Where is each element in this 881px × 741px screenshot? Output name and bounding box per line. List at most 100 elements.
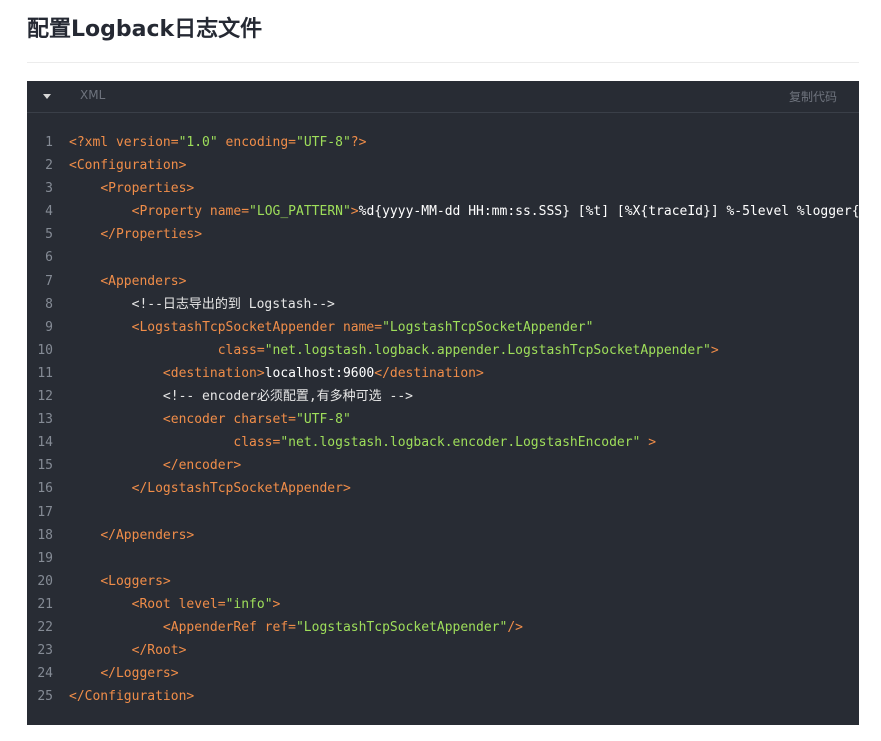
code-line: 2 <Configuration>: [27, 154, 859, 177]
line-number: 21: [37, 596, 53, 612]
code-token: name=: [202, 204, 250, 220]
code-text: <destination>localhost:9600</destination…: [69, 362, 484, 385]
line-number: 18: [37, 527, 53, 543]
code-token: </encoder>: [162, 458, 242, 474]
code-line: 19: [27, 547, 859, 570]
line-number: 5: [45, 227, 53, 243]
code-text: </Appenders>: [69, 524, 194, 547]
line-number: 12: [37, 389, 53, 405]
code-line: 21 <Root level="info">: [27, 593, 859, 616]
code-token: "UTF-8": [296, 135, 351, 150]
code-token: <Configuration>: [69, 158, 187, 174]
code-line: 24 </Loggers>: [27, 662, 859, 685]
code-token: <Root: [131, 596, 171, 612]
code-token: >: [350, 204, 359, 220]
line-number: 7: [45, 273, 53, 289]
code-line: 6: [27, 246, 859, 269]
line-number: 4: [45, 204, 53, 220]
code-token: <Property: [131, 204, 203, 220]
code-text: <!--日志导出的到 Logstash-->: [69, 293, 335, 316]
code-token: </destination>: [374, 365, 484, 381]
line-number: 19: [37, 550, 53, 566]
code-line: 12 <!-- encoder必须配置,有多种可选 -->: [27, 385, 859, 408]
code-body: 1 <?xml version="1.0" encoding="UTF-8"?> 2…: [27, 131, 859, 708]
code-token: <!--日志导出的到 Logstash-->: [131, 296, 335, 312]
code-line: 15 </encoder>: [27, 454, 859, 477]
code-text: <Property name="LOG_PATTERN">%d{yyyy-MM-…: [69, 200, 859, 223]
code-token: </Appenders>: [100, 527, 195, 543]
code-token: "info": [225, 596, 273, 612]
code-line: 25 </Configuration>: [27, 685, 859, 708]
code-text: </Properties>: [69, 223, 202, 246]
code-token: class=: [217, 342, 265, 358]
caret-down-icon[interactable]: [40, 91, 54, 105]
code-token: "LOG_PATTERN": [249, 204, 351, 220]
code-block-header: XML 复制代码: [27, 81, 859, 113]
code-token: name=: [335, 319, 383, 335]
code-token: <Properties>: [100, 181, 195, 197]
line-number: 23: [37, 643, 53, 659]
code-line: 1 <?xml version="1.0" encoding="UTF-8"?>: [27, 131, 859, 154]
code-token: level=: [170, 596, 226, 612]
code-line: 18 </Appenders>: [27, 524, 859, 547]
code-text: <Appenders>: [69, 270, 186, 293]
code-token: >: [272, 596, 281, 612]
code-line: 22 <AppenderRef ref="LogstashTcpSocketAp…: [27, 616, 859, 639]
code-token: "UTF-8": [296, 412, 351, 428]
code-text: <AppenderRef ref="LogstashTcpSocketAppen…: [69, 616, 523, 639]
code-text: class="net.logstash.logback.appender.Log…: [69, 339, 719, 362]
code-token: encoding=: [217, 135, 296, 150]
code-text: <!-- encoder必须配置,有多种可选 -->: [69, 385, 413, 408]
code-token: %d{yyyy-MM-dd HH:mm:ss.SSS} [%t] [%X{tra…: [358, 204, 859, 220]
code-token: <Appenders>: [100, 273, 187, 289]
line-number: 8: [45, 296, 53, 312]
line-number: 3: [45, 181, 53, 197]
code-line: 11 <destination>localhost:9600</destinat…: [27, 362, 859, 385]
code-line: 20 <Loggers>: [27, 570, 859, 593]
line-number: 24: [37, 666, 53, 682]
code-text: <Configuration>: [69, 154, 186, 177]
line-number: 22: [37, 619, 53, 635]
code-text: <Root level="info">: [69, 593, 281, 616]
code-token: <encoder: [162, 412, 226, 428]
line-number: 9: [45, 319, 53, 335]
code-token: />: [507, 619, 523, 635]
code-token: "LogstashTcpSocketAppender": [382, 319, 594, 335]
code-token: </Configuration>: [69, 689, 195, 705]
code-text: class="net.logstash.logback.encoder.Logs…: [69, 431, 656, 454]
copy-code-button[interactable]: 复制代码: [789, 88, 837, 105]
code-text: </encoder>: [69, 454, 241, 477]
code-line: 8 <!--日志导出的到 Logstash-->: [27, 293, 859, 316]
code-text: <Properties>: [69, 177, 194, 200]
line-number: 17: [37, 504, 53, 520]
code-token: "net.logstash.logback.appender.LogstashT…: [264, 342, 711, 358]
code-token: >: [648, 435, 657, 451]
code-line: 13 <encoder charset="UTF-8": [27, 408, 859, 431]
code-token: </Properties>: [100, 227, 203, 243]
code-line: 7 <Appenders>: [27, 270, 859, 293]
code-token: ref=: [256, 619, 296, 635]
code-token: </Root>: [131, 643, 187, 659]
line-number: 10: [37, 342, 53, 358]
code-token: class=: [233, 435, 281, 451]
line-number: 15: [37, 458, 53, 474]
line-number: 6: [45, 250, 53, 266]
code-text: <?xml version="1.0" encoding="UTF-8"?>: [69, 131, 366, 154]
code-token: </Loggers>: [100, 666, 179, 682]
code-token: <destination>: [162, 365, 265, 381]
